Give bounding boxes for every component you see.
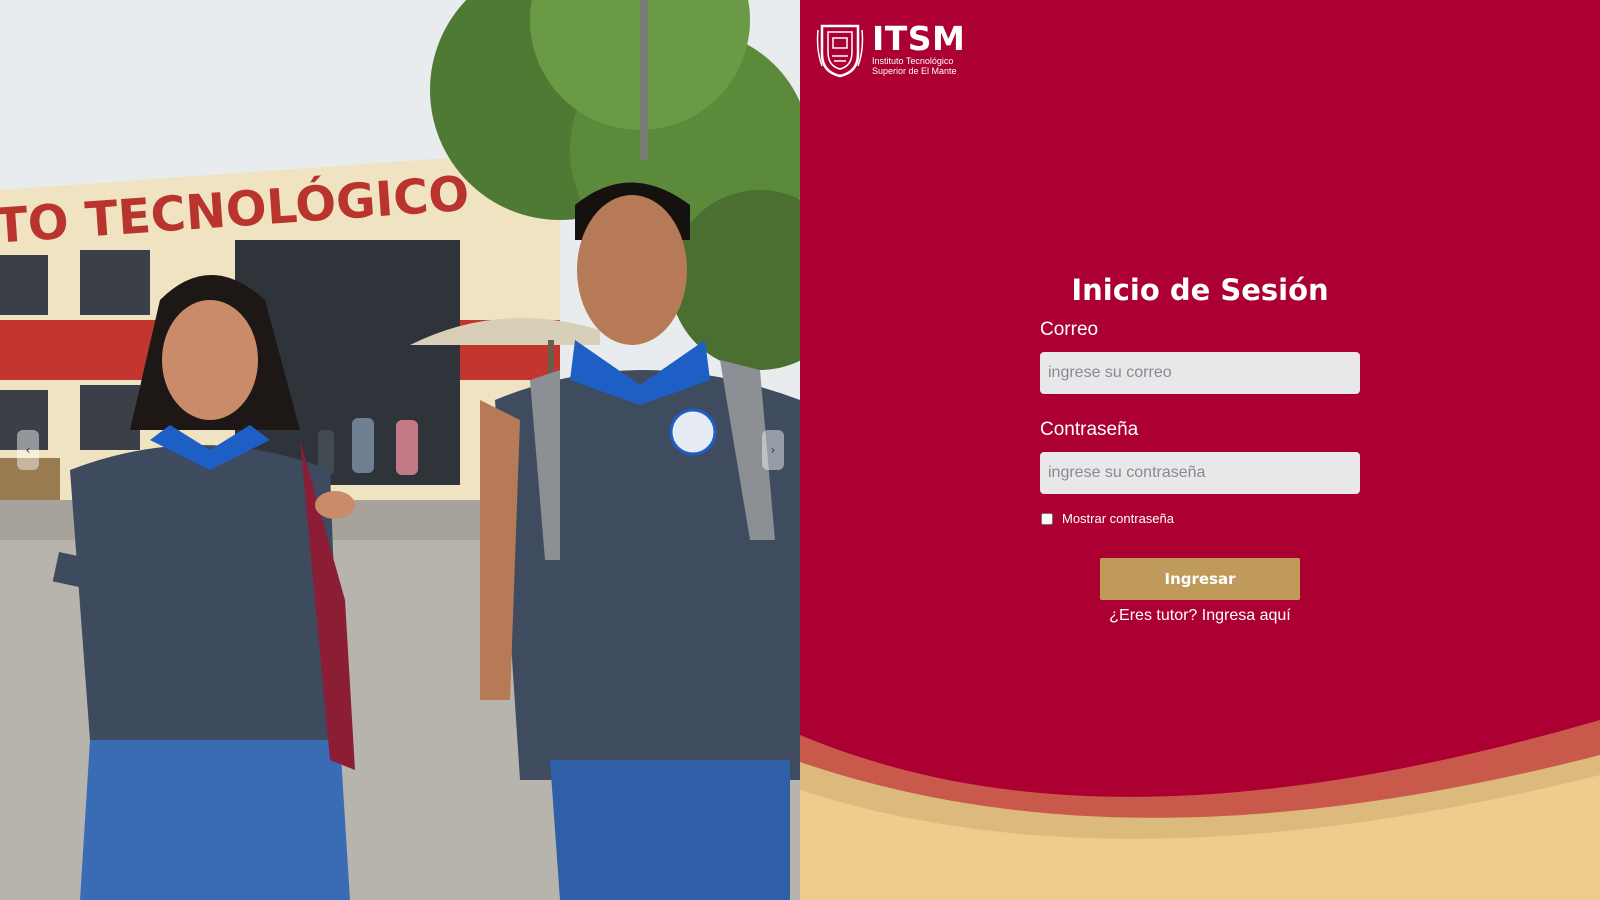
campus-students-photo: TO TECNOLÓGICO <box>0 0 800 900</box>
tutor-login-link[interactable]: ¿Eres tutor? Ingresa aquí <box>1040 607 1360 625</box>
carousel-next-button[interactable]: › <box>762 430 784 470</box>
itsm-logo: ITSM Instituto Tecnológico Superior de E… <box>816 20 972 78</box>
email-field[interactable] <box>1040 352 1360 394</box>
chevron-left-icon: ‹ <box>25 443 31 457</box>
crest-icon <box>816 24 864 78</box>
login-button[interactable]: Ingresar <box>1100 558 1300 600</box>
logo-acronym: ITSM <box>872 19 966 58</box>
chevron-right-icon: › <box>770 443 776 457</box>
password-field[interactable] <box>1040 452 1360 494</box>
show-password-label[interactable]: Mostrar contraseña <box>1062 511 1174 526</box>
hero-carousel: TO TECNOLÓGICO ‹ › <box>0 0 800 900</box>
password-label: Contraseña <box>1040 419 1139 440</box>
page-title: Inicio de Sesión <box>1071 273 1329 307</box>
logo-subtitle-line2: Superior de El Mante <box>872 66 957 76</box>
carousel-prev-button[interactable]: ‹ <box>17 430 39 470</box>
logo-text: ITSM Instituto Tecnológico Superior de E… <box>872 19 972 77</box>
show-password-row: Mostrar contraseña <box>1040 511 1360 526</box>
login-form: Inicio de Sesión Correo Contraseña Mostr… <box>1040 270 1360 625</box>
email-label: Correo <box>1040 319 1099 340</box>
login-panel: ITSM Instituto Tecnológico Superior de E… <box>800 0 1600 900</box>
show-password-checkbox[interactable] <box>1041 512 1053 525</box>
login-page: TO TECNOLÓGICO ‹ › ITSM Instituto Tecnol… <box>0 0 1600 900</box>
logo-subtitle: Instituto Tecnológico Superior de El Man… <box>872 56 972 76</box>
